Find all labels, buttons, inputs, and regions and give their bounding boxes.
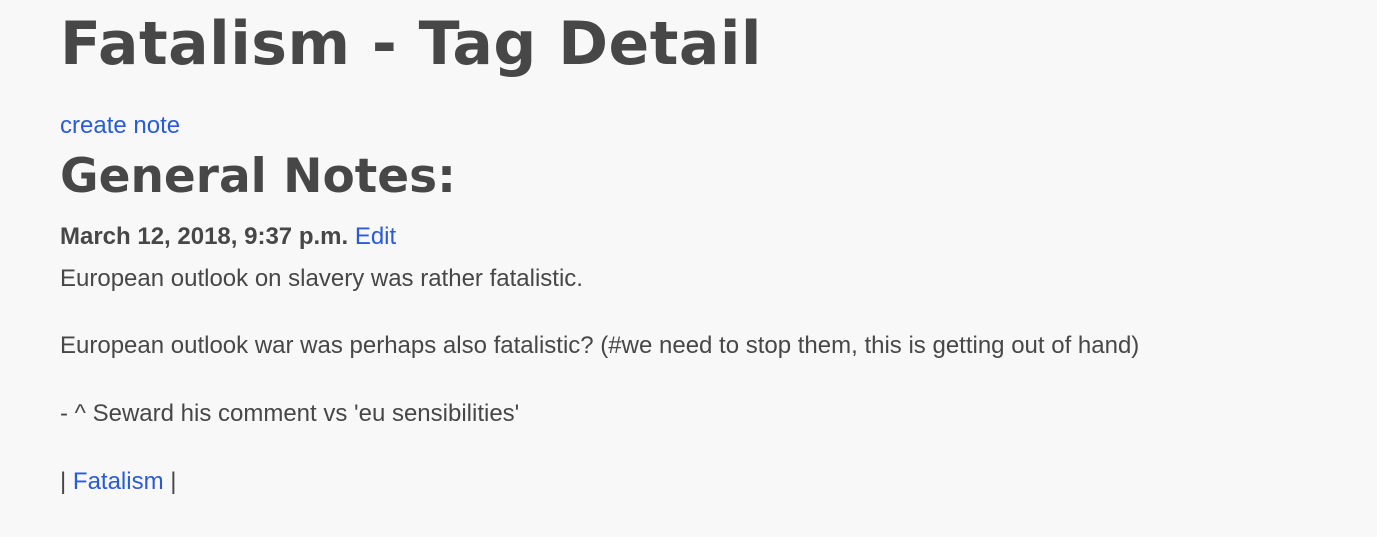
create-note-link[interactable]: create note — [60, 112, 1350, 140]
tag-link-fatalism[interactable]: Fatalism — [73, 468, 164, 495]
tag-separator: | — [170, 468, 177, 495]
note-tags: | Fatalism | — [60, 468, 1350, 496]
note-body: European outlook on slavery was rather f… — [60, 265, 1350, 428]
tag-separator: | — [60, 468, 67, 495]
note-text-line: European outlook war was perhaps also fa… — [60, 332, 1140, 359]
edit-note-link[interactable]: Edit — [355, 223, 396, 250]
note-item: March 12, 2018, 9:37 p.m. Edit European … — [60, 223, 1350, 496]
note-header: March 12, 2018, 9:37 p.m. Edit — [60, 223, 1350, 251]
note-date: March 12, 2018, 9:37 p.m. — [60, 223, 349, 250]
section-title: General Notes: — [60, 149, 456, 204]
tag-detail-page: Fatalism - Tag Detail create note Genera… — [0, 0, 1377, 537]
note-text-line: European outlook on slavery was rather f… — [60, 265, 583, 292]
note-text-line: - ^ Seward his comment vs 'eu sensibilit… — [60, 400, 520, 427]
main-content: Fatalism - Tag Detail create note Genera… — [60, 0, 1350, 496]
page-title: Fatalism - Tag Detail — [60, 9, 762, 79]
